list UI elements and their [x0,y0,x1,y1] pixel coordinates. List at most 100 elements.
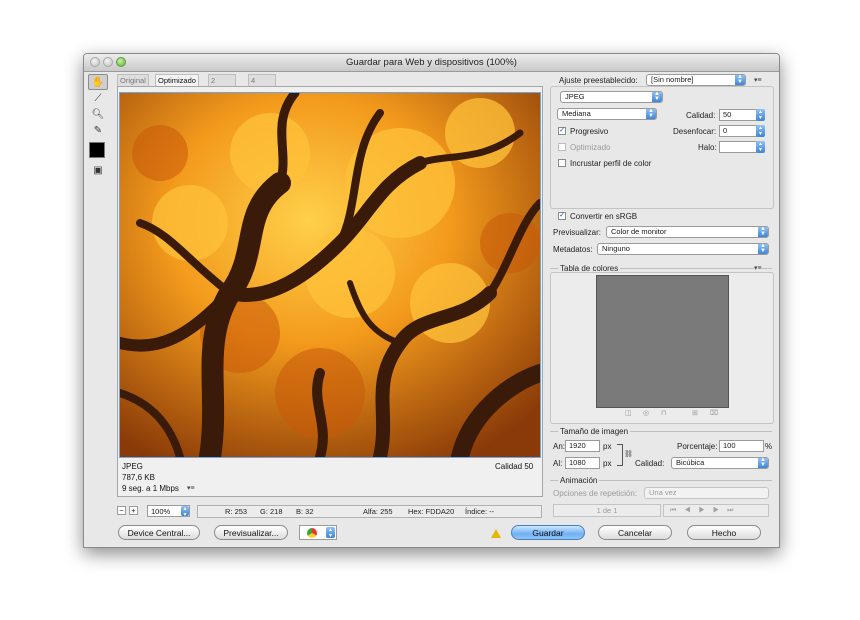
preview-mode-label: Previsualizar: [553,228,602,237]
height-unit: px [603,459,612,468]
zoom-tool-icon[interactable]: 🔍︎ [88,106,108,122]
embed-color-profile-checkbox[interactable] [558,159,566,167]
quality-input[interactable]: 50 [719,109,757,121]
first-frame-icon[interactable]: ⏮ [670,507,684,514]
width-input[interactable]: 1920 [565,440,600,452]
optimized-image-preview[interactable] [119,92,541,458]
done-button[interactable]: Hecho [687,525,761,540]
web-snap-icon[interactable]: ◎ [643,409,649,417]
resample-quality-label: Calidad: [635,459,665,468]
preset-select[interactable]: [Sin nombre] ▲ ▼ [646,74,746,86]
save-for-web-dialog: Guardar para Web y dispositivos (100%) ✋… [83,53,780,548]
preview-quality-text: Calidad 50 [495,462,534,471]
metadata-select[interactable]: Ninguno ▲ ▼ [597,243,769,255]
chain-icon: ⛓ [624,451,633,458]
tab-4-up[interactable]: 4 copias [248,74,276,96]
preview-format-text: JPEG [122,462,143,471]
delete-color-icon[interactable]: ⌧ [710,409,718,417]
toggle-slices-icon[interactable]: ▣ [88,162,108,178]
tab-2-up[interactable]: 2 copias [208,74,236,96]
status-index: Índice: -- [465,507,495,516]
preset-value: [Sin nombre] [651,75,694,84]
browser-chrome-icon [307,528,317,538]
zoom-in-button[interactable]: + [129,506,138,515]
convert-srgb-label: Convertir en sRGB [570,212,638,221]
convert-srgb-checkbox[interactable]: ✓ [558,212,566,220]
status-blue: B: 32 [296,507,314,516]
quality-stepper-icon[interactable]: ▲ ▼ [756,109,765,121]
quality-label: Calidad: [686,111,716,120]
percent-input[interactable]: 100 [719,440,764,452]
tab-optimized[interactable]: Optimizado [155,74,199,86]
loop-options-value: Una vez [649,488,677,497]
height-input[interactable]: 1080 [565,457,600,469]
file-format-arrows-icon: ▲ ▼ [652,91,662,102]
save-button[interactable]: Guardar [511,525,585,540]
animation-controls: ⏮◀▶▶⏭ [663,504,769,517]
previous-frame-icon[interactable]: ◀ [684,507,698,514]
preset-label: Ajuste preestablecido: [559,76,638,85]
tab-original[interactable]: Original [117,74,149,86]
warning-icon [491,529,501,538]
eyedropper-tool-icon[interactable]: ✎ [88,122,108,138]
last-frame-icon[interactable]: ⏭ [727,507,741,514]
color-table-swatch-area[interactable] [596,275,729,408]
quality-level-select[interactable]: Mediana ▲ ▼ [557,108,657,120]
file-format-select[interactable]: JPEG ▲ ▼ [560,91,663,103]
halo-select-arrows-icon[interactable]: ▲ ▼ [756,141,765,153]
loop-options-select: Una vez [644,487,769,499]
zoom-out-button[interactable]: − [117,506,126,515]
zoom-level-select[interactable]: 100% ▲ ▼ [147,505,190,518]
blur-stepper-icon[interactable]: ▲ ▼ [756,125,765,137]
title-bar: Guardar para Web y dispositivos (100%) [84,54,779,72]
download-speed-menu-icon[interactable]: ▾≡ [187,484,195,492]
browser-select-arrows-icon: ▲ ▼ [326,527,335,539]
preview-mode-value: Color de monitor [611,227,667,236]
status-alpha: Alfa: 255 [363,507,393,516]
preview-in-browser-button[interactable]: Previsualizar... [214,525,288,540]
preview-file-size-text: 787,6 KB [122,473,155,482]
browser-select[interactable]: ▲ ▼ [299,525,337,540]
file-format-value: JPEG [565,92,585,101]
play-icon[interactable]: ▶ [699,507,713,514]
height-label: Al: [553,459,563,468]
zoom-level-value: 100% [151,507,171,516]
next-frame-icon[interactable]: ▶ [713,507,727,514]
blur-label: Desenfocar: [673,127,717,136]
image-size-title: Tamaño de imagen [558,427,631,436]
metadata-label: Metadatos: [553,245,593,254]
preset-options-menu-icon[interactable]: ▾≡ [754,76,762,84]
percent-unit: % [765,442,773,451]
embed-color-profile-label: Incrustar perfil de color [570,159,652,168]
hand-tool-icon[interactable]: ✋ [88,74,108,90]
cancel-button[interactable]: Cancelar [598,525,672,540]
preset-select-arrows-icon: ▲ ▼ [735,74,745,85]
halo-color-field[interactable] [719,141,757,153]
new-color-icon[interactable]: ⊞ [692,409,698,417]
status-red: R: 253 [225,507,248,516]
status-green: G: 218 [260,507,283,516]
preview-download-time-text: 9 seg. a 1 Mbps [122,484,179,493]
quality-level-arrows-icon: ▲ ▼ [646,108,656,119]
preview-mode-select[interactable]: Color de monitor ▲ ▼ [606,226,769,238]
blur-input[interactable]: 0 [719,125,757,137]
width-label: An: [553,442,566,451]
color-table-menu-icon[interactable]: ▾≡ [754,264,762,272]
eyedropper-color-swatch[interactable] [89,142,105,158]
preview-mode-arrows-icon: ▲ ▼ [758,226,768,237]
lock-color-icon[interactable]: ⊓ [661,409,666,417]
constrain-proportions-link-icon[interactable] [617,444,623,466]
resample-quality-select[interactable]: Bicúbica ▲ ▼ [671,457,769,469]
color-readout-bar: R: 253 G: 218 B: 32 Alfa: 255 Hex: FDDA2… [197,505,542,518]
metadata-arrows-icon: ▲ ▼ [758,243,768,254]
zoom-level-arrows-icon: ▲ ▼ [181,506,189,518]
resample-quality-arrows-icon: ▲ ▼ [758,457,768,468]
device-central-button[interactable]: Device Central... [118,525,200,540]
resample-quality-value: Bicúbica [676,458,705,467]
slice-select-tool-icon[interactable]: ⟋ [88,90,108,106]
optimized-label: Optimizado [570,143,611,152]
quality-level-value: Mediana [562,109,591,118]
progressive-checkbox[interactable]: ✓ [558,127,566,135]
width-unit: px [603,442,612,451]
map-color-icon[interactable]: ◫ [625,409,632,417]
